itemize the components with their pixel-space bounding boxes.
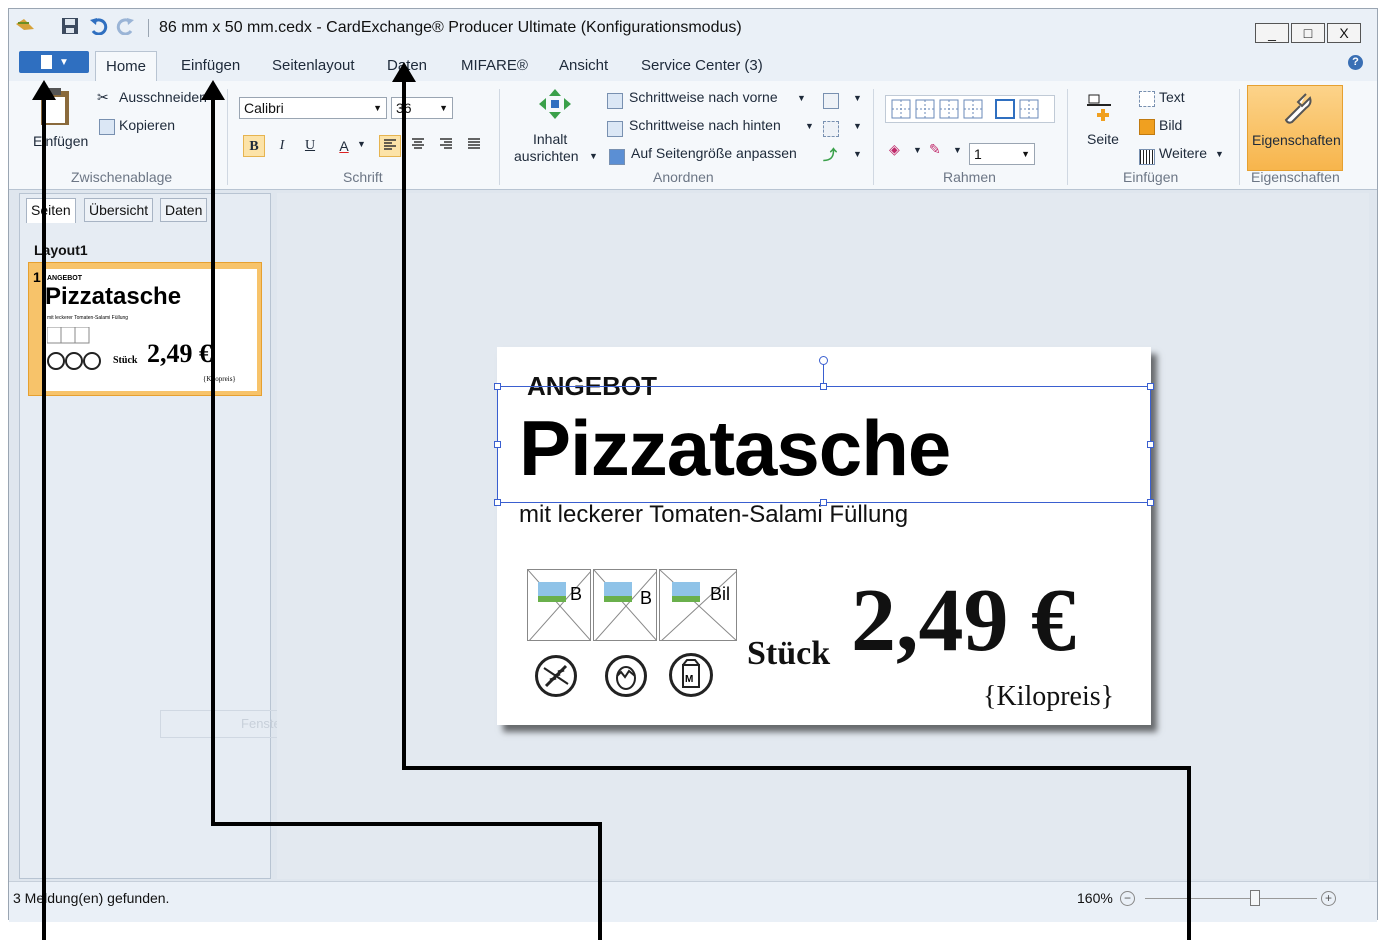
arrow-head [392, 62, 416, 82]
arrow-head [32, 80, 56, 100]
arrow-head [201, 80, 225, 100]
arrow-line [211, 92, 602, 940]
arrow-line [402, 74, 1191, 940]
annotation-arrows [32, 62, 1191, 940]
